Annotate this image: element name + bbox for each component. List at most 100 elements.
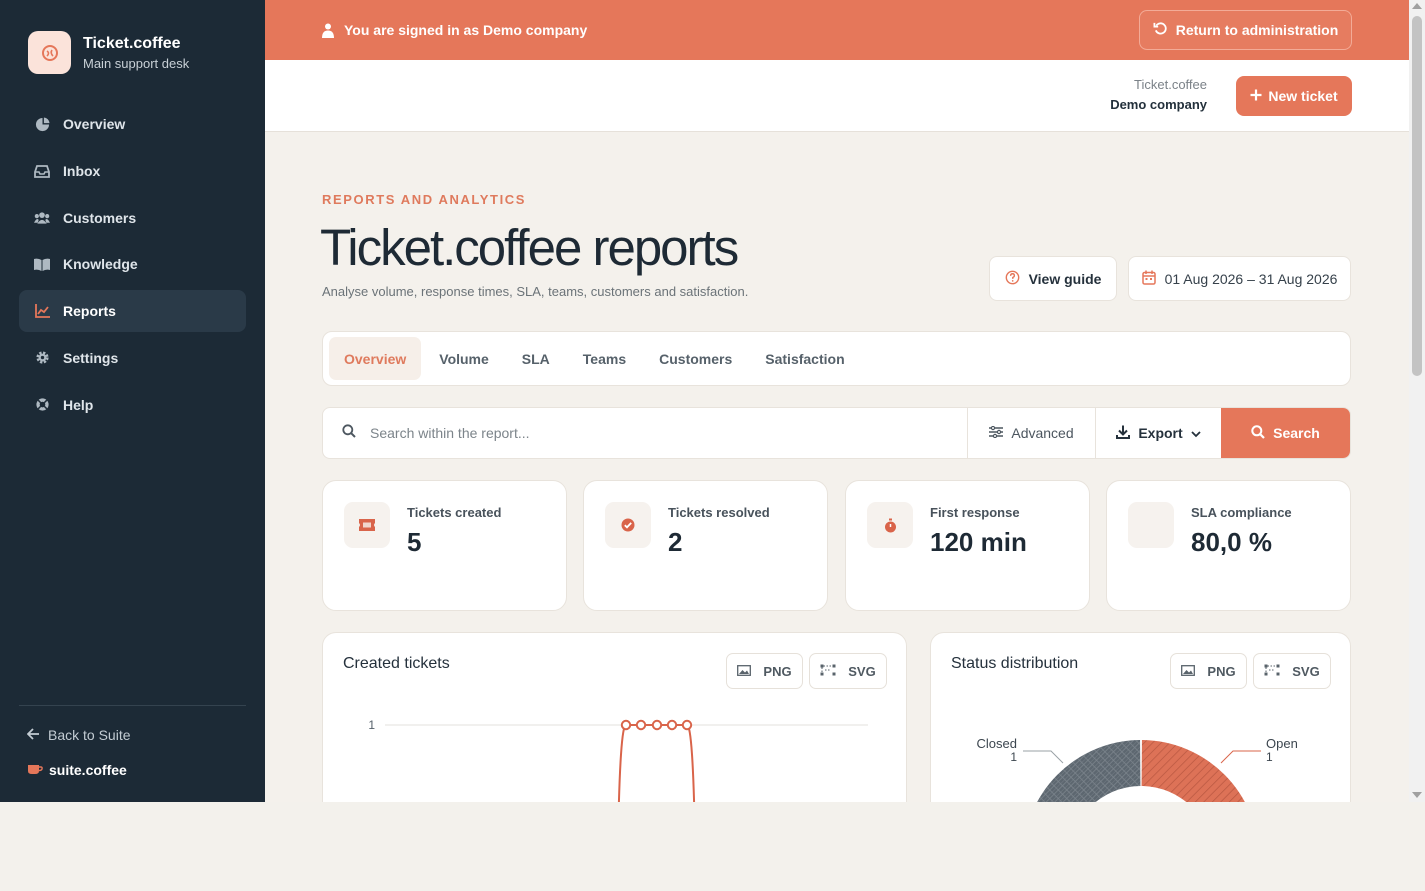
created-tickets-line-chart: 1 [368,718,868,802]
report-tabs: Overview Volume SLA Teams Customers Sati… [322,331,1351,386]
sidebar-item-settings[interactable]: Settings [19,337,246,379]
sidebar-item-overview[interactable]: Overview [19,103,246,145]
sidebar-item-label: Knowledge [63,256,138,273]
tab-sla[interactable]: SLA [507,337,565,380]
search-field [323,408,967,458]
tab-satisfaction[interactable]: Satisfaction [750,337,859,380]
kpi-card-sla-compliance: SLA compliance 80,0 % [1106,480,1351,611]
sidebar-item-knowledge[interactable]: Knowledge [19,243,246,285]
sidebar-item-customers[interactable]: Customers [19,197,246,239]
sidebar-divider [19,705,246,706]
date-range-label: 01 Aug 2026 – 31 Aug 2026 [1164,270,1338,287]
coffee-cup-icon [27,762,43,778]
users-icon [34,210,50,226]
scroll-thumb[interactable] [1412,16,1422,376]
kpi-card-first-response: First response 120 min [845,480,1090,611]
sidebar-item-label: Customers [63,209,137,226]
tab-teams[interactable]: Teams [568,337,641,380]
question-circle-icon [1005,270,1020,288]
sidebar-item-reports[interactable]: Reports [19,290,246,333]
stopwatch-icon [867,502,913,548]
ticket-icon [344,502,390,548]
search-button[interactable]: Search [1221,408,1350,458]
chevron-down-icon [1191,425,1201,441]
kpi-card-tickets-resolved: Tickets resolved 2 [583,480,828,611]
data-point [620,719,632,731]
tab-customers[interactable]: Customers [644,337,747,380]
inbox-icon [34,163,50,179]
kpi-value: 120 min [930,527,1027,557]
kpi-value: 5 [407,527,422,557]
sidebar-nav: Overview Inbox Customers Knowledge Repor… [19,103,246,431]
sidebar-item-inbox[interactable]: Inbox [19,150,246,192]
sla-icon [1128,502,1174,548]
data-point [666,719,678,731]
brand-subtitle: Main support desk [83,55,190,71]
undo-icon [1153,21,1168,39]
data-point [651,719,663,731]
suite-link[interactable]: suite.coffee [27,762,127,778]
page-subtitle: Analyse volume, response times, SLA, tea… [322,284,749,299]
leader-line-closed [1023,750,1064,764]
kpi-label: Tickets created [407,505,502,520]
date-range-picker[interactable]: 01 Aug 2026 – 31 Aug 2026 [1128,256,1351,301]
slice-label-open: Open [1266,736,1298,751]
slice-open [1141,740,1245,802]
bar-chart-icon [34,303,50,319]
book-icon [34,256,50,272]
view-guide-button[interactable]: View guide [989,256,1117,301]
export-label: Export [1138,425,1183,441]
search-icon [342,423,356,443]
status-distribution-card: Status distribution PNG SVG Closed 1 Ope… [930,632,1351,802]
page-scrollbar[interactable] [1409,0,1425,802]
page-title: Ticket.coffee reports [320,219,739,276]
scroll-up-arrow-icon[interactable] [1412,3,1422,9]
new-ticket-label: New ticket [1268,88,1338,104]
org-app-name: Ticket.coffee [1134,77,1207,92]
brand[interactable]: Ticket.coffee Main support desk [28,31,189,74]
sidebar-item-label: Reports [63,303,116,320]
status-distribution-donut-chart: Closed1Open1 [977,736,1298,802]
kpi-label: First response [930,505,1020,520]
kpi-label: Tickets resolved [668,505,770,520]
return-label: Return to administration [1175,22,1339,38]
download-icon [1116,425,1131,442]
scroll-down-arrow-icon[interactable] [1412,792,1422,798]
data-point [681,719,693,731]
app-window: Ticket.coffee Main support desk Overview… [0,0,1425,802]
pie-chart-icon [34,116,50,132]
back-to-suite-link[interactable]: Back to Suite [26,727,131,743]
sidebar: Ticket.coffee Main support desk Overview… [0,0,265,802]
sidebar-item-label: Settings [63,349,119,366]
coffee-logo-icon [28,31,71,74]
tab-volume[interactable]: Volume [424,337,504,380]
sidebar-item-help[interactable]: Help [19,384,246,426]
return-to-administration-button[interactable]: Return to administration [1139,10,1352,50]
slice-value-open: 1 [1266,750,1273,764]
leader-line-open [1220,750,1261,764]
brand-name: Ticket.coffee [83,34,181,52]
sidebar-item-label: Help [63,396,94,413]
advanced-filter-button[interactable]: Advanced [967,408,1095,458]
new-ticket-button[interactable]: New ticket [1236,76,1352,116]
data-point [635,719,647,731]
gear-icon [34,350,50,366]
sidebar-item-label: Inbox [63,162,101,179]
check-circle-icon [605,502,651,548]
search-button-label: Search [1273,425,1320,441]
arrow-left-icon [26,727,40,743]
impersonation-banner: You are signed in as Demo company Return… [265,0,1409,60]
organization-info: Ticket.coffee Demo company [1110,77,1207,112]
kpi-card-tickets-created: Tickets created 5 [322,480,567,611]
export-dropdown[interactable]: Export [1095,408,1221,458]
lifebuoy-icon [34,397,50,413]
back-to-suite-label: Back to Suite [48,727,131,743]
slice-value-closed: 1 [1010,750,1017,764]
tab-overview[interactable]: Overview [329,337,422,380]
report-search-bar: Advanced Export Search [322,407,1351,459]
sidebar-item-label: Overview [63,116,126,132]
slice-label-closed: Closed [977,736,1017,751]
search-input[interactable] [370,425,930,441]
y-tick-label: 1 [368,718,375,732]
kpi-row: Tickets created 5 Tickets resolved 2 Fir… [322,480,1351,611]
